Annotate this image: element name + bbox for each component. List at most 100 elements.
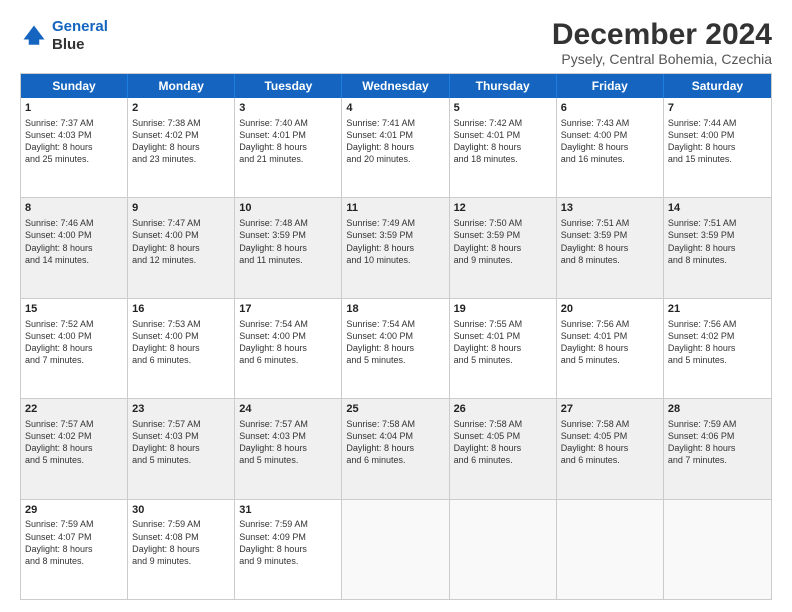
day-11-line-1: Sunrise: 7:49 AM [346, 217, 444, 229]
day-cell-2: 2Sunrise: 7:38 AMSunset: 4:02 PMDaylight… [128, 98, 235, 197]
day-8-line-2: Sunset: 4:00 PM [25, 229, 123, 241]
day-cell-24: 24Sunrise: 7:57 AMSunset: 4:03 PMDayligh… [235, 399, 342, 498]
day-2-line-1: Sunrise: 7:38 AM [132, 117, 230, 129]
day-15-line-3: Daylight: 8 hours [25, 342, 123, 354]
day-cell-22: 22Sunrise: 7:57 AMSunset: 4:02 PMDayligh… [21, 399, 128, 498]
day-17-line-4: and 6 minutes. [239, 354, 337, 366]
day-number-28: 28 [668, 402, 767, 417]
header-day-friday: Friday [557, 74, 664, 98]
day-31-line-2: Sunset: 4:09 PM [239, 531, 337, 543]
subtitle: Pysely, Central Bohemia, Czechia [552, 51, 772, 67]
day-cell-30: 30Sunrise: 7:59 AMSunset: 4:08 PMDayligh… [128, 500, 235, 599]
logo-icon [20, 22, 48, 50]
logo-line2: Blue [52, 36, 85, 53]
day-5-line-2: Sunset: 4:01 PM [454, 129, 552, 141]
day-number-14: 14 [668, 201, 767, 216]
day-30-line-2: Sunset: 4:08 PM [132, 531, 230, 543]
logo-text: General Blue [52, 18, 108, 54]
day-number-23: 23 [132, 402, 230, 417]
day-cell-31: 31Sunrise: 7:59 AMSunset: 4:09 PMDayligh… [235, 500, 342, 599]
day-6-line-1: Sunrise: 7:43 AM [561, 117, 659, 129]
day-number-13: 13 [561, 201, 659, 216]
day-16-line-2: Sunset: 4:00 PM [132, 330, 230, 342]
day-21-line-2: Sunset: 4:02 PM [668, 330, 767, 342]
day-cell-27: 27Sunrise: 7:58 AMSunset: 4:05 PMDayligh… [557, 399, 664, 498]
day-1-line-4: and 25 minutes. [25, 153, 123, 165]
calendar: SundayMondayTuesdayWednesdayThursdayFrid… [20, 73, 772, 600]
title-block: December 2024 Pysely, Central Bohemia, C… [552, 18, 772, 67]
day-14-line-3: Daylight: 8 hours [668, 242, 767, 254]
day-number-31: 31 [239, 503, 337, 518]
day-number-18: 18 [346, 302, 444, 317]
day-number-8: 8 [25, 201, 123, 216]
day-11-line-4: and 10 minutes. [346, 254, 444, 266]
day-27-line-1: Sunrise: 7:58 AM [561, 418, 659, 430]
header-day-tuesday: Tuesday [235, 74, 342, 98]
day-3-line-3: Daylight: 8 hours [239, 141, 337, 153]
day-number-6: 6 [561, 101, 659, 116]
day-25-line-4: and 6 minutes. [346, 454, 444, 466]
day-13-line-4: and 8 minutes. [561, 254, 659, 266]
day-10-line-3: Daylight: 8 hours [239, 242, 337, 254]
day-cell-5: 5Sunrise: 7:42 AMSunset: 4:01 PMDaylight… [450, 98, 557, 197]
day-4-line-2: Sunset: 4:01 PM [346, 129, 444, 141]
day-20-line-1: Sunrise: 7:56 AM [561, 318, 659, 330]
day-21-line-4: and 5 minutes. [668, 354, 767, 366]
calendar-row-3: 15Sunrise: 7:52 AM Sunset: 4:00 PM Dayligh… [21, 299, 771, 399]
logo: General Blue [20, 18, 108, 54]
day-23-line-4: and 5 minutes. [132, 454, 230, 466]
day-10-line-4: and 11 minutes. [239, 254, 337, 266]
day-13-line-1: Sunrise: 7:51 AM [561, 217, 659, 229]
header-day-saturday: Saturday [664, 74, 771, 98]
day-22-line-4: and 5 minutes. [25, 454, 123, 466]
day-26-line-3: Daylight: 8 hours [454, 442, 552, 454]
day-cell-25: 25Sunrise: 7:58 AMSunset: 4:04 PMDayligh… [342, 399, 449, 498]
day-19-line-4: and 5 minutes. [454, 354, 552, 366]
day-cell-10: 10Sunrise: 7:48 AMSunset: 3:59 PMDayligh… [235, 198, 342, 297]
day-4-line-4: and 20 minutes. [346, 153, 444, 165]
empty-cell [450, 500, 557, 599]
day-2-line-3: Daylight: 8 hours [132, 141, 230, 153]
day-14-line-1: Sunrise: 7:51 AM [668, 217, 767, 229]
day-10-line-1: Sunrise: 7:48 AM [239, 217, 337, 229]
calendar-header: SundayMondayTuesdayWednesdayThursdayFrid… [21, 74, 771, 98]
day-9-line-3: Daylight: 8 hours [132, 242, 230, 254]
day-9-line-4: and 12 minutes. [132, 254, 230, 266]
day-number-1: 1 [25, 101, 123, 116]
day-24-line-3: Daylight: 8 hours [239, 442, 337, 454]
day-22-line-1: Sunrise: 7:57 AM [25, 418, 123, 430]
day-2-line-4: and 23 minutes. [132, 153, 230, 165]
day-8-line-3: Daylight: 8 hours [25, 242, 123, 254]
day-26-line-2: Sunset: 4:05 PM [454, 430, 552, 442]
header-day-thursday: Thursday [450, 74, 557, 98]
day-24-line-1: Sunrise: 7:57 AM [239, 418, 337, 430]
day-22-line-2: Sunset: 4:02 PM [25, 430, 123, 442]
day-number-15: 15 [25, 302, 123, 317]
day-cell-18: 18Sunrise: 7:54 AMSunset: 4:00 PMDayligh… [342, 299, 449, 398]
day-number-17: 17 [239, 302, 337, 317]
day-9-line-1: Sunrise: 7:47 AM [132, 217, 230, 229]
day-28-line-1: Sunrise: 7:59 AM [668, 418, 767, 430]
empty-cell [557, 500, 664, 599]
day-9-line-2: Sunset: 4:00 PM [132, 229, 230, 241]
day-cell-11: 11Sunrise: 7:49 AMSunset: 3:59 PMDayligh… [342, 198, 449, 297]
calendar-row-4: 22Sunrise: 7:57 AMSunset: 4:02 PMDayligh… [21, 399, 771, 499]
day-20-line-2: Sunset: 4:01 PM [561, 330, 659, 342]
day-15-line-1: Sunrise: 7:52 AM [25, 318, 123, 330]
day-cell-7: 7Sunrise: 7:44 AMSunset: 4:00 PMDaylight… [664, 98, 771, 197]
day-number-20: 20 [561, 302, 659, 317]
calendar-row-2: 8Sunrise: 7:46 AMSunset: 4:00 PMDaylight… [21, 198, 771, 298]
day-17-line-2: Sunset: 4:00 PM [239, 330, 337, 342]
day-number-7: 7 [668, 101, 767, 116]
day-16-line-4: and 6 minutes. [132, 354, 230, 366]
day-28-line-3: Daylight: 8 hours [668, 442, 767, 454]
day-21-line-1: Sunrise: 7:56 AM [668, 318, 767, 330]
day-number-3: 3 [239, 101, 337, 116]
day-4-line-3: Daylight: 8 hours [346, 141, 444, 153]
empty-cell [664, 500, 771, 599]
day-20-line-4: and 5 minutes. [561, 354, 659, 366]
day-24-line-2: Sunset: 4:03 PM [239, 430, 337, 442]
day-5-line-3: Daylight: 8 hours [454, 141, 552, 153]
day-cell-21: 21Sunrise: 7:56 AMSunset: 4:02 PMDayligh… [664, 299, 771, 398]
page-header: General Blue December 2024 Pysely, Centr… [20, 18, 772, 67]
